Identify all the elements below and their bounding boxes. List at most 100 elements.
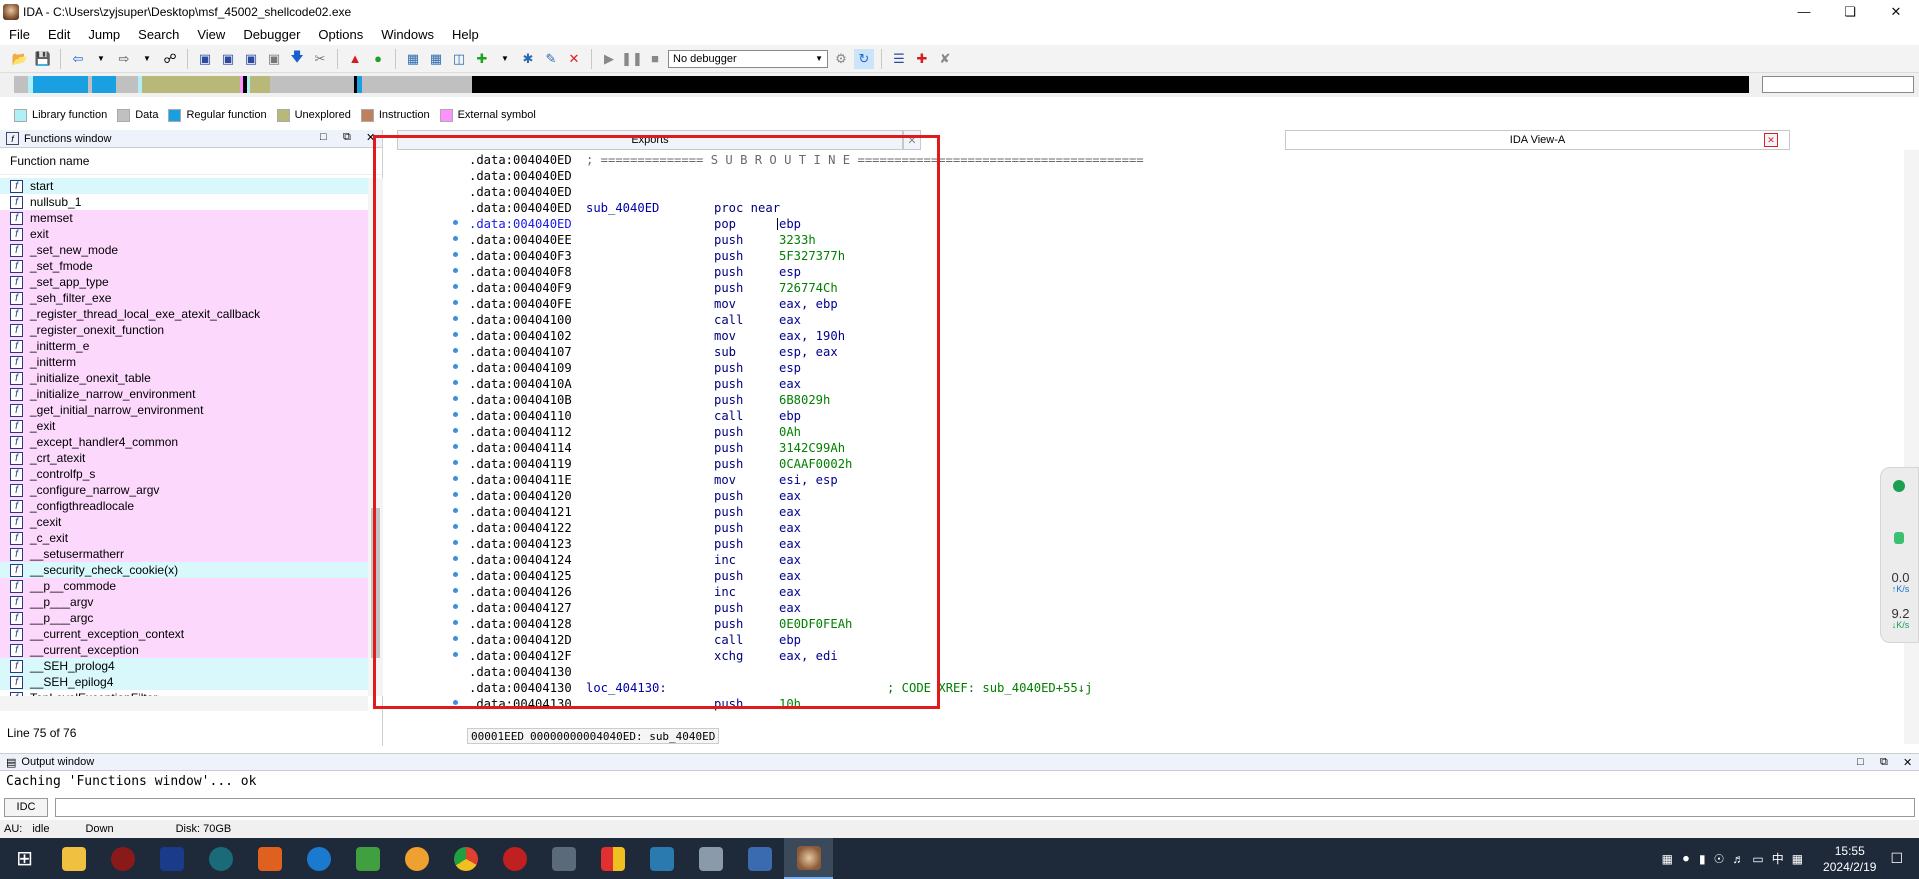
menu-search[interactable]: Search: [129, 27, 188, 42]
close-icon[interactable]: ✕: [1764, 133, 1778, 147]
disassembly-line[interactable]: .data:00404125 push eax: [469, 568, 1849, 584]
operand[interactable]: esp: [779, 360, 801, 376]
restore-icon[interactable]: □: [1857, 756, 1864, 768]
edge-browser-icon[interactable]: [294, 838, 343, 879]
segment-select[interactable]: [1762, 76, 1914, 93]
back-arrow-icon[interactable]: ⇦: [68, 49, 88, 69]
save-icon[interactable]: 💾: [33, 49, 53, 69]
operand[interactable]: eax, 190h: [779, 328, 845, 344]
breakpoint-dot-icon[interactable]: [453, 556, 458, 561]
close-icon[interactable]: ✕: [1903, 756, 1912, 769]
operand[interactable]: 6B8029h: [779, 392, 830, 408]
add-breakpoint-icon[interactable]: ✚: [912, 49, 932, 69]
vertical-scrollbar[interactable]: [1904, 150, 1919, 744]
disassembly-line[interactable]: .data:00404123 push eax: [469, 536, 1849, 552]
breakpoint-dot-icon[interactable]: [453, 348, 458, 353]
operand[interactable]: esp, eax: [779, 344, 838, 360]
operand[interactable]: eax: [779, 568, 801, 584]
pause-icon[interactable]: ❚❚: [621, 49, 643, 69]
ida-taskbar-icon[interactable]: [784, 838, 833, 879]
disassembly-line[interactable]: .data:00404120 push eax: [469, 488, 1849, 504]
disassembly-line[interactable]: .data:0040411E mov esi, esp: [469, 472, 1849, 488]
breakpoint-dot-icon[interactable]: [453, 492, 458, 497]
function-list-item[interactable]: f _configure_narrow_argv: [0, 482, 368, 498]
operand[interactable]: eax: [779, 376, 801, 392]
breakpoint-dot-icon[interactable]: [453, 300, 458, 305]
function-list-item[interactable]: f nullsub_1: [0, 194, 368, 210]
tray-volume-icon[interactable]: ♬: [1732, 852, 1744, 866]
code-label[interactable]: sub_4040ED: [586, 200, 659, 216]
breakpoint-dot-icon[interactable]: [453, 636, 458, 641]
function-list-item[interactable]: f _set_app_type: [0, 274, 368, 290]
warning-icon[interactable]: ▲: [345, 49, 365, 69]
breakpoint-dot-icon[interactable]: [453, 476, 458, 481]
breakpoint-dot-icon[interactable]: [453, 572, 458, 577]
operand[interactable]: ebp: [779, 216, 801, 232]
scissors-icon[interactable]: ✂: [310, 49, 330, 69]
operand[interactable]: eax: [779, 600, 801, 616]
record-app-icon[interactable]: [490, 838, 539, 879]
disassembly-line[interactable]: .data:004040ED sub_4040ED proc near: [469, 200, 1849, 216]
network-speed-widget[interactable]: 0.0 ↑K/s 9.2 ↓K/s: [1880, 467, 1919, 643]
disassembly-line[interactable]: .data:00404127 push eax: [469, 600, 1849, 616]
horizontal-scrollbar[interactable]: [0, 696, 368, 711]
hardware-tool-icon[interactable]: [686, 838, 735, 879]
operand[interactable]: 3233h: [779, 232, 816, 248]
disassembly-line[interactable]: .data:00404130: [469, 664, 1849, 680]
operand[interactable]: eax: [779, 488, 801, 504]
breakpoint-dot-icon[interactable]: [453, 284, 458, 289]
idc-button[interactable]: IDC: [4, 797, 48, 817]
breakpoint-dot-icon[interactable]: [453, 444, 458, 449]
windows-start-icon[interactable]: ⊞: [0, 838, 49, 879]
green-circle-icon[interactable]: ●: [368, 49, 388, 69]
close-icon[interactable]: ✕: [366, 131, 375, 144]
refresh-icon[interactable]: ↻: [854, 48, 874, 69]
down-arrow-icon[interactable]: 🡇: [287, 49, 307, 69]
disassembly-line[interactable]: .data:004040ED: [469, 184, 1849, 200]
vertical-scrollbar[interactable]: [368, 178, 383, 696]
tab-exports[interactable]: Exports: [397, 130, 903, 150]
function-list-item[interactable]: f __p___argv: [0, 594, 368, 610]
close-icon[interactable]: ✕: [903, 130, 921, 150]
disassembly-line[interactable]: .data:00404130 loc_404130: ; CODE XREF: su…: [469, 680, 1849, 696]
disassembly-lines[interactable]: .data:004040ED ; ============== S U B R O…: [469, 152, 1849, 712]
function-list-item[interactable]: f _controlfp_s: [0, 466, 368, 482]
breakpoint-dot-icon[interactable]: [453, 652, 458, 657]
function-list-item[interactable]: f __SEH_prolog4: [0, 658, 368, 674]
tab-ida-view-a[interactable]: IDA View-A: [1285, 130, 1790, 150]
menu-view[interactable]: View: [188, 27, 234, 42]
function-list-item[interactable]: f _configthreadlocale: [0, 498, 368, 514]
notification-icon[interactable]: ☐: [1890, 850, 1903, 867]
operand[interactable]: 0Ah: [779, 424, 801, 440]
breakpoint-dot-icon[interactable]: [453, 380, 458, 385]
operand[interactable]: 10h: [779, 696, 801, 712]
graph-icon[interactable]: ▦: [403, 49, 423, 69]
function-list-item[interactable]: f _crt_atexit: [0, 450, 368, 466]
tray-grid-icon[interactable]: ▦: [1792, 852, 1803, 866]
disassembly-line[interactable]: .data:004040ED pop ebp: [469, 216, 1849, 232]
operand[interactable]: eax, ebp: [779, 296, 838, 312]
breakpoint-dot-icon[interactable]: [453, 524, 458, 529]
breakpoint-dot-icon[interactable]: [453, 460, 458, 465]
disassembly-line[interactable]: .data:0040410A push eax: [469, 376, 1849, 392]
disassembly-line[interactable]: .data:0040412F xchg eax, edi: [469, 648, 1849, 664]
disassembly-line[interactable]: .data:004040F3 push 5F327377h: [469, 248, 1849, 264]
navigation-band[interactable]: [14, 76, 1749, 93]
operand[interactable]: eax: [779, 504, 801, 520]
command-input[interactable]: [55, 797, 1915, 817]
function-list-item[interactable]: f _set_new_mode: [0, 242, 368, 258]
functions-list[interactable]: f start f nullsub_1 f memset f exit f _set_new_mo…: [0, 178, 368, 696]
notepad-app-icon[interactable]: [343, 838, 392, 879]
operand[interactable]: 5F327377h: [779, 248, 845, 264]
disassembly-line[interactable]: .data:0040410B push 6B8029h: [469, 392, 1849, 408]
transfer-app-icon[interactable]: [539, 838, 588, 879]
binoculars-icon[interactable]: ☍: [160, 49, 180, 69]
operand[interactable]: eax: [779, 536, 801, 552]
stop-icon[interactable]: ■: [645, 49, 665, 69]
file-explorer-icon[interactable]: [49, 838, 98, 879]
tray-shield-icon[interactable]: ⚫: [1681, 852, 1691, 866]
breakpoint-dot-icon[interactable]: [453, 316, 458, 321]
disassembly-line[interactable]: .data:004040F8 push esp: [469, 264, 1849, 280]
disassembly-line[interactable]: .data:00404114 push 3142C99Ah: [469, 440, 1849, 456]
function-list-item[interactable]: f __p___argc: [0, 610, 368, 626]
